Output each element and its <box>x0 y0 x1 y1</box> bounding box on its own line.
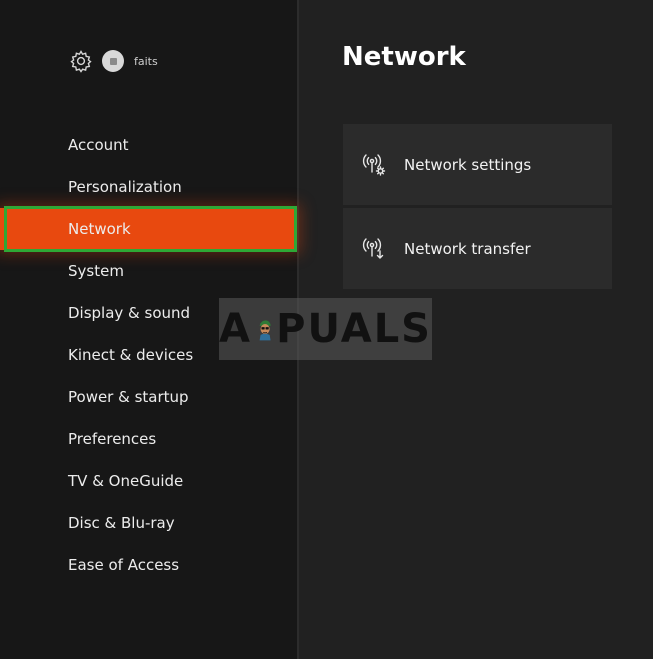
sidebar-item-personalization[interactable]: Personalization <box>0 166 297 208</box>
sidebar-item-ease-of-access[interactable]: Ease of Access <box>0 544 297 586</box>
sidebar-item-tv-oneguide[interactable]: TV & OneGuide <box>0 460 297 502</box>
sidebar-item-system[interactable]: System <box>0 250 297 292</box>
network-transfer-label: Network transfer <box>404 239 531 258</box>
sidebar-item-account[interactable]: Account <box>0 124 297 166</box>
sidebar-item-network[interactable]: Network <box>0 206 297 252</box>
avatar[interactable] <box>102 50 124 72</box>
avatar-picture <box>109 57 117 65</box>
gamertag: faits <box>134 54 158 68</box>
network-settings-label: Network settings <box>404 155 532 174</box>
watermark-text-right: PUALS <box>276 306 432 352</box>
network-transfer-tile[interactable]: Network transfer <box>343 208 612 289</box>
network-transfer-icon <box>362 237 384 259</box>
page-title: Network <box>342 42 466 72</box>
gear-icon[interactable] <box>69 49 93 73</box>
network-settings-icon <box>362 153 386 176</box>
sidebar-item-disc-bluray[interactable]: Disc & Blu-ray <box>0 502 297 544</box>
network-settings-tile[interactable]: Network settings <box>343 124 612 205</box>
sidebar-item-preferences[interactable]: Preferences <box>0 418 297 460</box>
watermark-text-left: A <box>219 306 252 352</box>
profile-bar: faits <box>69 48 158 74</box>
mascot-icon <box>259 320 271 341</box>
sidebar-item-power-startup[interactable]: Power & startup <box>0 376 297 418</box>
watermark: A PUALS <box>219 298 432 360</box>
